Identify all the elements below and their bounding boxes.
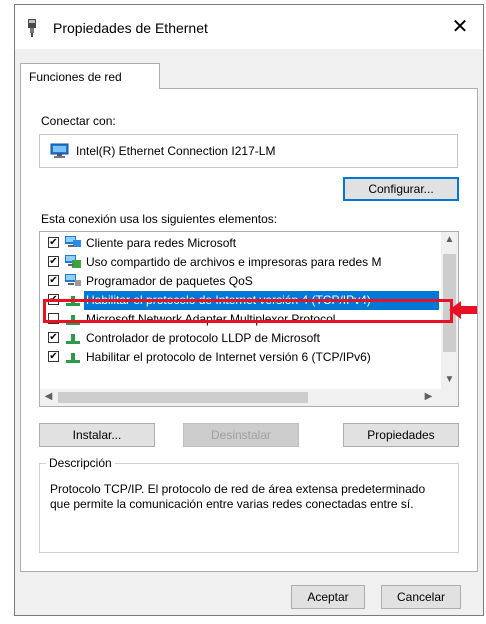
item-checkbox[interactable] xyxy=(48,313,59,324)
cancel-button[interactable]: Cancelar xyxy=(381,585,461,609)
description-group: Descripción Protocolo TCP/IP. El protoco… xyxy=(39,456,459,553)
item-label: Microsoft Network Adapter Multiplexor Pr… xyxy=(86,312,336,326)
file-sharing-icon xyxy=(65,255,81,268)
scroll-down-icon[interactable]: ▼ xyxy=(441,374,458,385)
window-title: Propiedades de Ethernet xyxy=(53,20,208,36)
items-label: Esta conexión usa los siguientes element… xyxy=(41,212,278,226)
item-label: Cliente para redes Microsoft xyxy=(86,236,237,250)
tab-panel: Conectar con: Intel(R) Ethernet Connecti… xyxy=(20,88,478,572)
list-item[interactable]: ✔ Uso compartido de archivos e impresora… xyxy=(40,253,440,272)
adapter-field: Intel(R) Ethernet Connection I217-LM xyxy=(39,134,458,168)
description-legend: Descripción xyxy=(46,456,115,470)
protocol-icon xyxy=(66,334,80,344)
list-item[interactable]: ✔ Cliente para redes Microsoft xyxy=(40,234,440,253)
scroll-left-icon[interactable]: ◀ xyxy=(40,391,57,402)
item-checkbox[interactable]: ✔ xyxy=(48,237,59,248)
qos-scheduler-icon xyxy=(65,274,81,286)
uninstall-button: Desinstalar xyxy=(183,423,299,447)
close-icon: ✕ xyxy=(451,16,469,38)
protocol-icon xyxy=(66,315,80,325)
item-checkbox[interactable]: ✔ xyxy=(48,275,59,286)
title-bar: Propiedades de Ethernet ✕ xyxy=(15,5,483,49)
item-label: Uso compartido de archivos e impresoras … xyxy=(86,255,382,269)
list-item[interactable]: ✔ Programador de paquetes QoS xyxy=(40,272,440,291)
item-checkbox[interactable]: ✔ xyxy=(48,294,59,305)
protocol-icon xyxy=(66,353,80,363)
configure-button[interactable]: Configurar... xyxy=(343,177,459,201)
network-adapter-icon xyxy=(28,19,36,37)
install-button[interactable]: Instalar... xyxy=(39,423,155,447)
item-checkbox[interactable]: ✔ xyxy=(48,256,59,267)
tab-label: Funciones de red xyxy=(29,70,122,84)
item-label: Habilitar el protocolo de Internet versi… xyxy=(86,293,371,307)
item-label: Controlador de protocolo LLDP de Microso… xyxy=(86,331,320,345)
list-item-selected[interactable]: ✔ Habilitar el protocolo de Internet ver… xyxy=(40,291,440,310)
item-label: Habilitar el protocolo de Internet versi… xyxy=(86,350,371,364)
scroll-right-icon[interactable]: ▶ xyxy=(420,391,437,402)
description-text: Protocolo TCP/IP. El protocolo de red de… xyxy=(50,482,426,511)
item-checkbox[interactable]: ✔ xyxy=(48,332,59,343)
network-client-icon xyxy=(65,236,81,247)
monitor-network-icon xyxy=(50,143,69,158)
protocol-icon xyxy=(66,296,80,306)
item-checkbox[interactable]: ✔ xyxy=(48,351,59,362)
tab-networking[interactable]: Funciones de red xyxy=(20,63,160,89)
list-item[interactable]: Microsoft Network Adapter Multiplexor Pr… xyxy=(40,310,440,329)
list-item[interactable]: ✔ Habilitar el protocolo de Internet ver… xyxy=(40,348,440,367)
close-button[interactable]: ✕ xyxy=(437,5,483,49)
ethernet-properties-dialog: Propiedades de Ethernet ✕ Funciones de r… xyxy=(14,4,484,616)
horizontal-scrollbar[interactable]: ◀ ▶ xyxy=(40,389,458,406)
connect-using-label: Conectar con: xyxy=(41,114,116,128)
components-list[interactable]: ✔ Cliente para redes Microsoft ✔ Uso com… xyxy=(39,231,459,407)
adapter-name: Intel(R) Ethernet Connection I217-LM xyxy=(76,144,276,158)
item-label: Programador de paquetes QoS xyxy=(86,274,253,288)
scroll-up-icon[interactable]: ▲ xyxy=(441,234,458,245)
ok-button[interactable]: Aceptar xyxy=(291,585,365,609)
properties-button[interactable]: Propiedades xyxy=(343,423,459,447)
horizontal-scroll-thumb[interactable] xyxy=(58,392,308,403)
list-item[interactable]: ✔ Controlador de protocolo LLDP de Micro… xyxy=(40,329,440,348)
annotation-arrow-icon xyxy=(449,301,477,319)
